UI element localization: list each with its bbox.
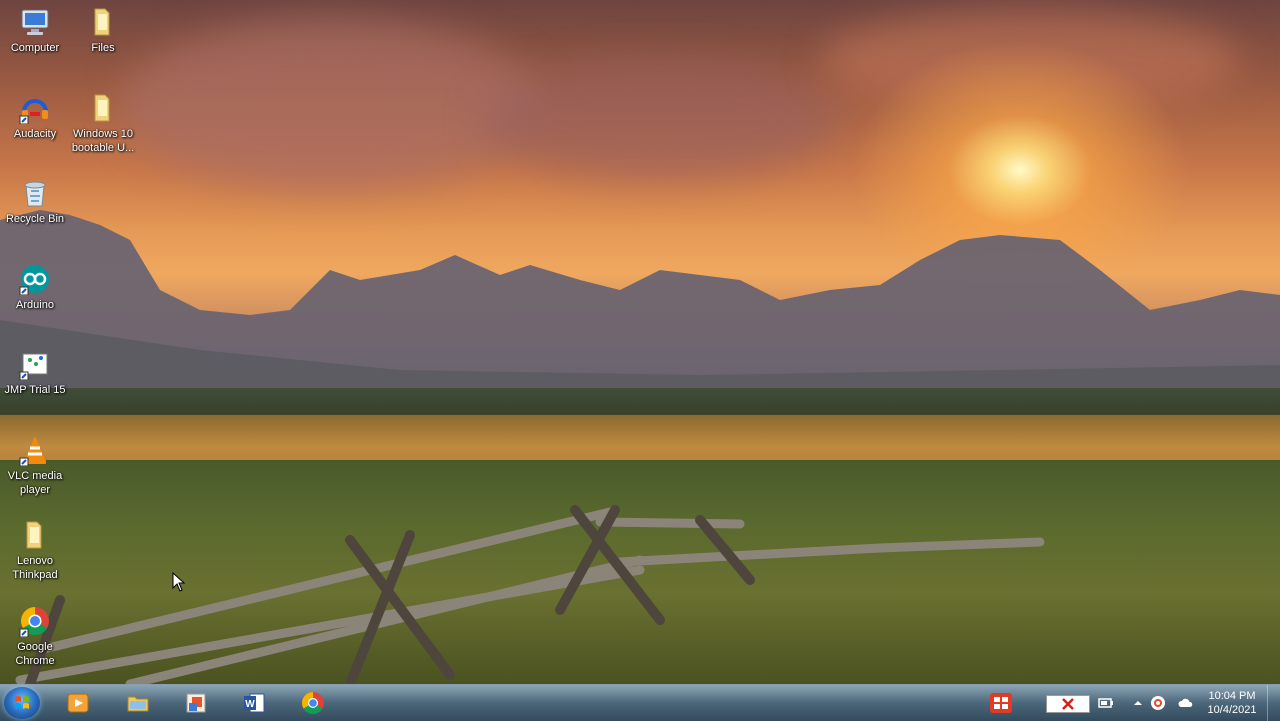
computer-icon: [19, 6, 51, 38]
desktop-icon-files[interactable]: Files: [68, 2, 138, 55]
desktop-icon-label: Recycle Bin: [5, 213, 65, 225]
mouse-cursor-icon: [172, 572, 186, 592]
office-tray-icon[interactable]: [990, 693, 1012, 713]
desktop-icon-label: Lenovo Thinkpad: [12, 555, 58, 581]
desktop-icon-jmp[interactable]: JMP Trial 15: [0, 344, 70, 397]
desktop-icon-label: Google Chrome: [15, 641, 55, 667]
taskbar-app-chrome[interactable]: [289, 687, 337, 719]
taskbar-app-file-explorer[interactable]: [114, 687, 162, 719]
audacity-icon: [19, 92, 51, 125]
start-button[interactable]: [4, 687, 40, 719]
mountain-range: [0, 210, 1280, 400]
desktop-icon-label: JMP Trial 15: [4, 384, 66, 396]
taskbar-app-word[interactable]: W: [230, 687, 278, 719]
desktop-icon-audacity[interactable]: Audacity: [0, 88, 70, 141]
desktop-icon-lenovo[interactable]: Lenovo Thinkpad: [0, 515, 70, 582]
media-player-icon: [67, 693, 89, 713]
word-icon: W: [244, 693, 265, 713]
error-x-icon: [1062, 698, 1074, 710]
desktop-icon-label: Arduino: [16, 299, 54, 311]
desktop-icon-label: Audacity: [13, 128, 57, 140]
jmp-icon: [19, 348, 51, 381]
desktop-icon-label: VLC media player: [7, 470, 63, 496]
tree-line: [0, 388, 1280, 418]
cloud: [120, 20, 540, 190]
folder-icon: [87, 92, 119, 124]
desktop-icon-computer[interactable]: Computer: [0, 2, 70, 55]
office-icon: [186, 693, 206, 713]
tray-notification-box[interactable]: [1046, 695, 1090, 713]
cloud: [480, 60, 840, 180]
vlc-icon: [19, 434, 51, 467]
chrome-icon: [19, 605, 51, 638]
taskbar-app-office-tool[interactable]: [172, 687, 220, 719]
taskbar-app-media-player[interactable]: [54, 687, 102, 719]
desktop-icon-recycle-bin[interactable]: Recycle Bin: [0, 173, 70, 226]
show-desktop-button[interactable]: [1267, 685, 1280, 721]
svg-text:W: W: [245, 699, 255, 710]
folder-icon: [127, 696, 149, 712]
arduino-icon: [19, 263, 51, 296]
folder-icon: [87, 6, 119, 38]
desktop-icon-arduino[interactable]: Arduino: [0, 259, 70, 312]
clock-time: 10:04 PM: [1208, 690, 1256, 702]
desktop-icon-label: Computer: [10, 42, 60, 54]
clock-date: 10/4/2021: [1207, 704, 1257, 716]
sync-icon[interactable]: [1150, 695, 1166, 711]
system-clock[interactable]: 10:04 PM 10/4/2021: [1202, 689, 1262, 717]
chrome-icon: [302, 692, 324, 714]
battery-icon[interactable]: [1098, 695, 1114, 711]
chevron-up-icon[interactable]: [1130, 695, 1146, 711]
desktop-icon-label: Files: [91, 42, 115, 54]
windows-logo-icon: [15, 696, 29, 709]
folder-icon: [19, 519, 51, 551]
desktop-wallpaper: [0, 0, 1280, 684]
desktop-icon-vlc[interactable]: VLC media player: [0, 430, 70, 497]
wooden-fence: [15, 505, 1045, 684]
recycle-bin-icon: [19, 177, 51, 209]
desktop-icon-windows10-usb[interactable]: Windows 10 bootable U...: [68, 88, 138, 155]
cloud-icon[interactable]: [1178, 695, 1194, 711]
desktop-icon-label: Windows 10 bootable U...: [71, 128, 135, 154]
taskbar: W 10:04 PM 10/4/2021: [0, 684, 1280, 721]
desktop-icon-chrome[interactable]: Google Chrome: [0, 601, 70, 668]
